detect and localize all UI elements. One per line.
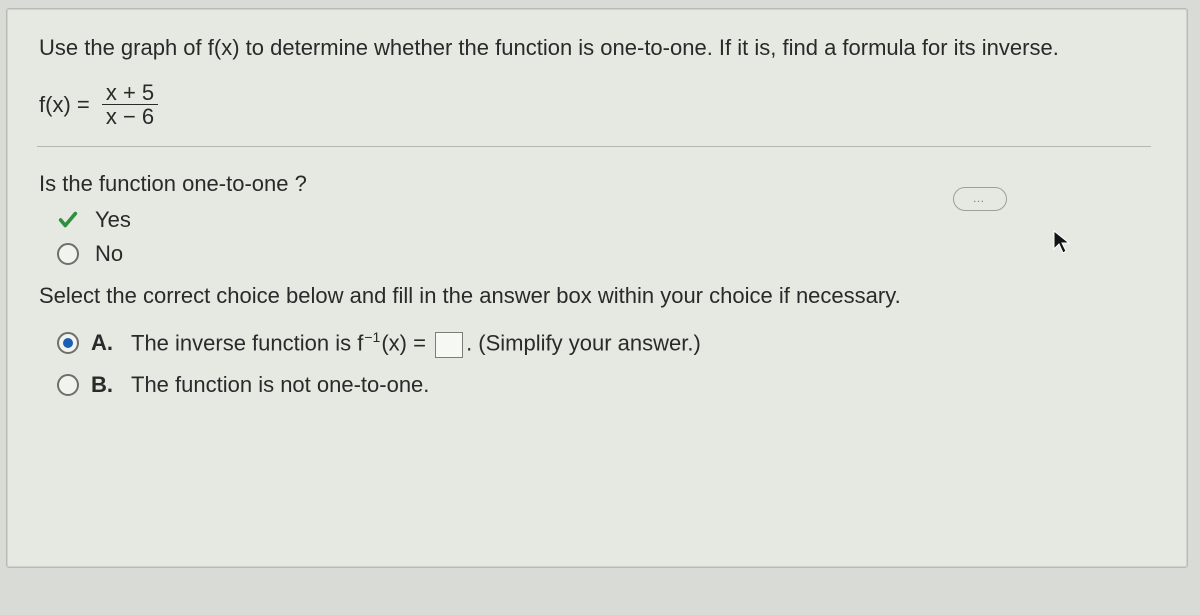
radio-icon [57,374,79,396]
fraction-numerator: x + 5 [102,81,158,105]
divider [37,146,1151,147]
function-definition: f(x) = x + 5 x − 6 [39,81,1151,128]
choice-b-row[interactable]: B. The function is not one-to-one. [57,372,1151,398]
function-lhs: f(x) = [39,92,90,118]
inverse-superscript: −1 [364,329,380,345]
radio-icon [57,243,79,265]
option-yes-row[interactable]: Yes [57,207,1151,233]
choices-block: A. The inverse function is f−1(x) = . (S… [57,329,1151,398]
choice-a-row[interactable]: A. The inverse function is f−1(x) = . (S… [57,329,1151,358]
more-options-button[interactable]: … [953,187,1007,211]
radio-selected-icon [57,332,79,354]
option-no-row[interactable]: No [57,241,1151,267]
checkmark-icon [57,209,79,231]
q1-options: Yes No [57,207,1151,267]
choice-a-text: The inverse function is f−1(x) = . (Simp… [131,329,701,358]
option-no-label: No [95,241,123,267]
choice-a-post: . (Simplify your answer.) [466,331,701,356]
answer-input[interactable] [435,332,463,358]
option-yes-label: Yes [95,207,131,233]
fraction-denominator: x − 6 [102,105,158,128]
choice-a-letter: A. [91,330,115,356]
choice-b-text: The function is not one-to-one. [131,372,429,398]
question-choice-instruction: Select the correct choice below and fill… [39,283,1151,309]
prompt-text: Use the graph of f(x) to determine wheth… [39,35,1151,61]
choice-a-mid: (x) = [381,331,426,356]
choice-a-pre: The inverse function is f [131,331,363,356]
fraction: x + 5 x − 6 [102,81,158,128]
choice-b-letter: B. [91,372,115,398]
problem-card: Use the graph of f(x) to determine wheth… [6,8,1188,568]
